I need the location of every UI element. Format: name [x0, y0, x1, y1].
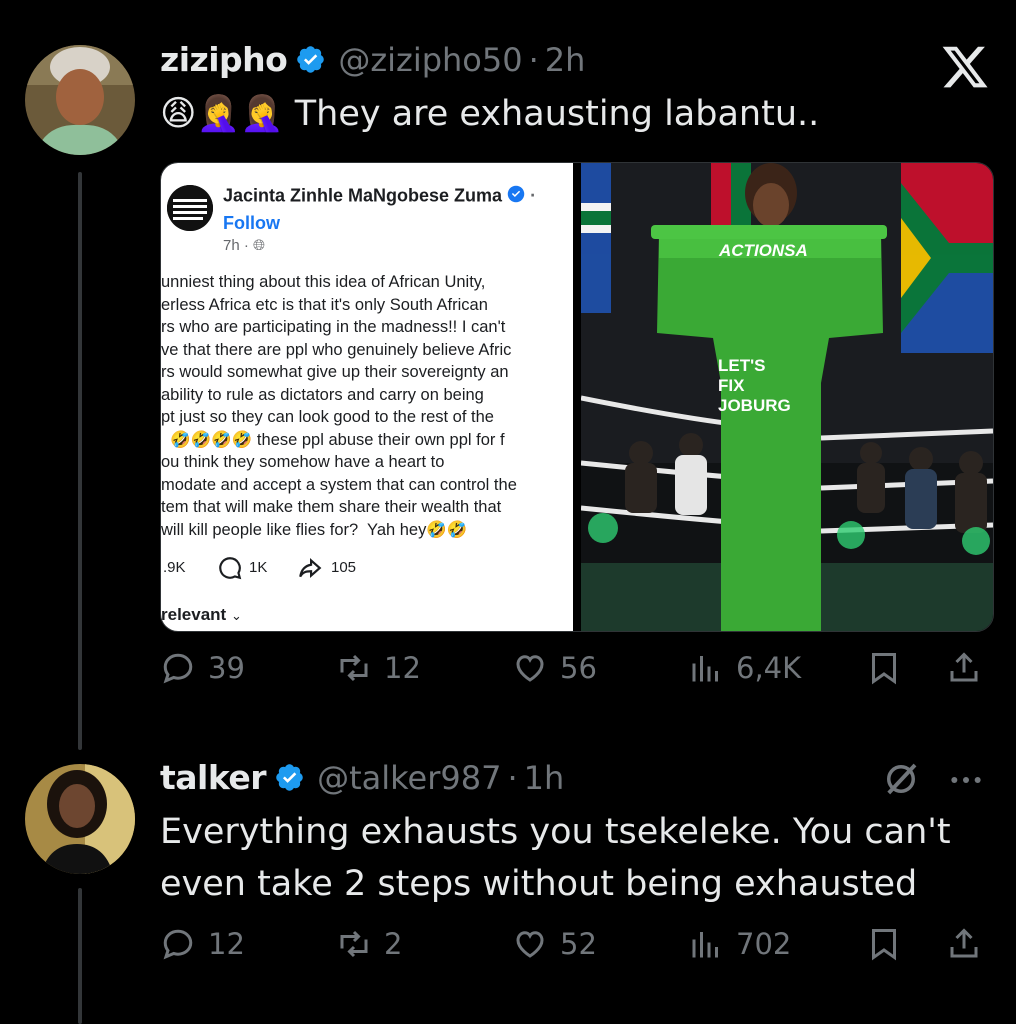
reply-icon: [163, 929, 193, 960]
repost-icon: [340, 930, 368, 958]
thread-connector: [78, 888, 82, 1024]
thread-connector: [78, 172, 82, 750]
fb-post-body: unniest thing about this idea of African…: [161, 273, 517, 539]
share-icon: [297, 555, 323, 585]
tweet-actions: 12 2 52 702: [160, 926, 990, 976]
views-icon: [692, 656, 718, 682]
repost-button[interactable]: 12: [336, 650, 421, 686]
share-icon: [950, 652, 978, 682]
avatar[interactable]: [25, 764, 135, 874]
verified-badge-icon: [295, 44, 326, 75]
like-count: 56: [560, 651, 597, 685]
views-count: 702: [736, 927, 792, 961]
bookmark-button[interactable]: [866, 926, 914, 962]
podium-slogan-line: LET'S: [718, 356, 766, 375]
reply-icon: [163, 653, 193, 684]
like-button[interactable]: 56: [512, 650, 597, 686]
views-button[interactable]: 702: [688, 926, 791, 962]
podium-slogan-line: FIX: [718, 376, 745, 395]
like-button[interactable]: 52: [512, 926, 597, 962]
avatar[interactable]: [25, 45, 135, 155]
repost-button[interactable]: 2: [336, 926, 402, 962]
tweet-text-line: even take 2 steps without being exhauste…: [160, 864, 918, 904]
reply-button[interactable]: 12: [160, 926, 245, 962]
handle[interactable]: @zizipho50: [338, 41, 522, 79]
facebook-screenshot: Jacinta Zinhle MaNgobese Zuma · Follow 7…: [161, 163, 573, 631]
reply-count: 39: [208, 651, 245, 685]
media-divider: [573, 163, 581, 631]
views-button[interactable]: 6,4K: [688, 650, 801, 686]
tweet-text-line: Everything exhausts you tsekeleke. You c…: [160, 812, 951, 852]
podium-photo: ACTIONSA LET'S FIX JOBURG: [580, 163, 993, 631]
bookmark-icon: [872, 929, 896, 961]
timestamp[interactable]: 2h: [545, 41, 586, 79]
tweet-header: zizipho @zizipho50 · 2h: [160, 40, 585, 79]
page-avatar: [167, 185, 213, 231]
fb-comments-count: 1K: [249, 559, 268, 576]
repost-count: 12: [384, 651, 421, 685]
fb-sort-label: relevant ⌄: [161, 605, 242, 624]
views-icon: [692, 932, 718, 958]
heart-icon: [516, 655, 544, 682]
verified-badge-icon: [507, 185, 525, 208]
fb-likes-count: .9K: [163, 559, 186, 576]
separator-dot: ·: [507, 758, 518, 797]
podium-slogan-line: JOBURG: [718, 396, 791, 415]
fb-shares-count: 105: [331, 559, 357, 576]
bookmark-icon: [872, 653, 896, 685]
heart-icon: [516, 931, 544, 958]
verified-badge-icon: [274, 762, 305, 793]
more-options-icon[interactable]: [946, 760, 986, 800]
tweet-media[interactable]: Jacinta Zinhle MaNgobese Zuma · Follow 7…: [160, 162, 994, 632]
tweet-actions: 39 12 56 6,4K: [160, 650, 990, 700]
share-icon: [950, 928, 978, 958]
comment-icon: [217, 555, 243, 585]
fb-author-name: Jacinta Zinhle MaNgobese Zuma ·: [223, 185, 536, 208]
tweet-text: 😩🤦‍♀️🤦‍♀️ They are exhausting labantu..: [160, 94, 820, 134]
like-count: 52: [560, 927, 597, 961]
reply-count: 12: [208, 927, 245, 961]
reply-button[interactable]: 39: [160, 650, 245, 686]
podium-brand: ACTIONSA: [719, 241, 808, 260]
views-count: 6,4K: [736, 651, 802, 685]
display-name[interactable]: zizipho: [160, 40, 288, 79]
bookmark-button[interactable]: [866, 650, 914, 686]
repost-count: 2: [384, 927, 403, 961]
display-name[interactable]: talker: [160, 758, 267, 797]
fb-follow-link: Follow: [223, 213, 280, 233]
x-logo-icon: [942, 46, 988, 88]
fb-timestamp: 7h · 🌐︎: [223, 237, 266, 254]
share-button[interactable]: [946, 650, 994, 686]
tweet-header: talker @talker987 · 1h: [160, 758, 564, 797]
share-button[interactable]: [946, 926, 994, 962]
timestamp[interactable]: 1h: [524, 759, 565, 797]
handle[interactable]: @talker987: [317, 759, 501, 797]
separator-dot: ·: [528, 40, 539, 79]
repost-icon: [340, 654, 368, 682]
grok-icon[interactable]: [880, 758, 922, 800]
globe-icon: 🌐︎: [253, 237, 266, 254]
